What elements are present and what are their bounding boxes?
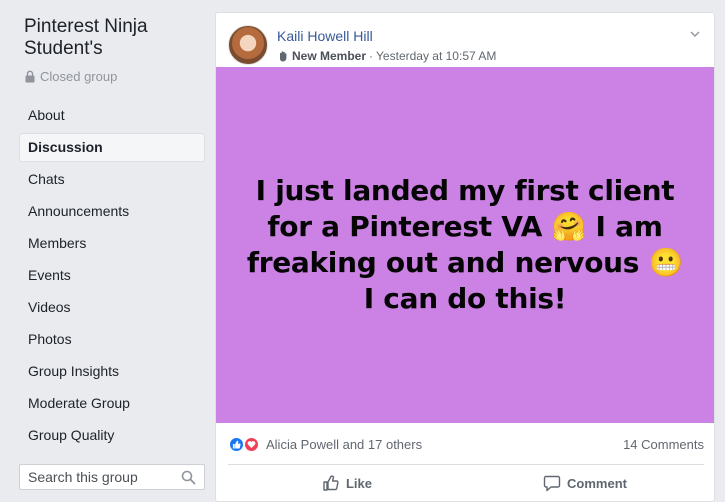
post-timestamp[interactable]: Yesterday at 10:57 AM bbox=[376, 49, 496, 63]
group-privacy: Closed group bbox=[24, 69, 117, 84]
nav-item-about[interactable]: About bbox=[19, 101, 205, 130]
nav-item-chats[interactable]: Chats bbox=[19, 165, 205, 194]
nav-item-events[interactable]: Events bbox=[19, 261, 205, 290]
thumbs-up-icon bbox=[322, 474, 340, 492]
avatar[interactable] bbox=[228, 25, 268, 65]
nav-item-group-insights[interactable]: Group Insights bbox=[19, 357, 205, 386]
chevron-down-icon[interactable] bbox=[688, 27, 702, 41]
lock-icon bbox=[24, 70, 36, 83]
love-reaction-icon bbox=[243, 435, 260, 453]
nav-item-discussion[interactable]: Discussion bbox=[19, 133, 205, 162]
comment-label: Comment bbox=[567, 475, 627, 491]
nav-item-photos[interactable]: Photos bbox=[19, 325, 205, 354]
comment-button[interactable]: Comment bbox=[466, 465, 704, 501]
post-header: Kaili Howell Hill New Member · Yesterday… bbox=[228, 25, 704, 67]
meta-separator: · bbox=[369, 49, 374, 63]
post-text: I just landed my first client for a Pint… bbox=[246, 174, 684, 315]
post-card: Kaili Howell Hill New Member · Yesterday… bbox=[215, 12, 715, 502]
search-icon[interactable] bbox=[181, 470, 196, 485]
comment-icon bbox=[543, 474, 561, 492]
like-button[interactable]: Like bbox=[228, 465, 466, 501]
group-search[interactable] bbox=[19, 464, 205, 490]
post-meta: New Member · Yesterday at 10:57 AM bbox=[277, 49, 496, 63]
search-input[interactable] bbox=[28, 469, 168, 485]
group-name[interactable]: Pinterest Ninja Student's bbox=[24, 16, 204, 60]
post-body: I just landed my first client for a Pint… bbox=[216, 67, 714, 423]
member-badge: New Member bbox=[292, 49, 367, 63]
nav-item-videos[interactable]: Videos bbox=[19, 293, 205, 322]
waving-hand-icon bbox=[277, 50, 289, 62]
reactions-bar: Alicia Powell and 17 others 14 Comments bbox=[228, 432, 704, 456]
group-sidebar: Pinterest Ninja Student's Closed group A… bbox=[0, 0, 215, 502]
reactors-text[interactable]: Alicia Powell and 17 others bbox=[266, 437, 422, 452]
comments-count[interactable]: 14 Comments bbox=[623, 437, 704, 452]
group-nav: About Discussion Chats Announcements Mem… bbox=[19, 101, 205, 453]
privacy-label: Closed group bbox=[40, 69, 118, 84]
nav-item-announcements[interactable]: Announcements bbox=[19, 197, 205, 226]
author-name[interactable]: Kaili Howell Hill bbox=[277, 28, 373, 44]
post-actions: Like Comment bbox=[228, 465, 704, 501]
like-label: Like bbox=[345, 475, 372, 491]
nav-item-members[interactable]: Members bbox=[19, 229, 205, 258]
nav-item-moderate-group[interactable]: Moderate Group bbox=[19, 389, 205, 418]
reactions-summary[interactable]: Alicia Powell and 17 others bbox=[228, 435, 422, 453]
nav-item-group-quality[interactable]: Group Quality bbox=[19, 421, 205, 450]
